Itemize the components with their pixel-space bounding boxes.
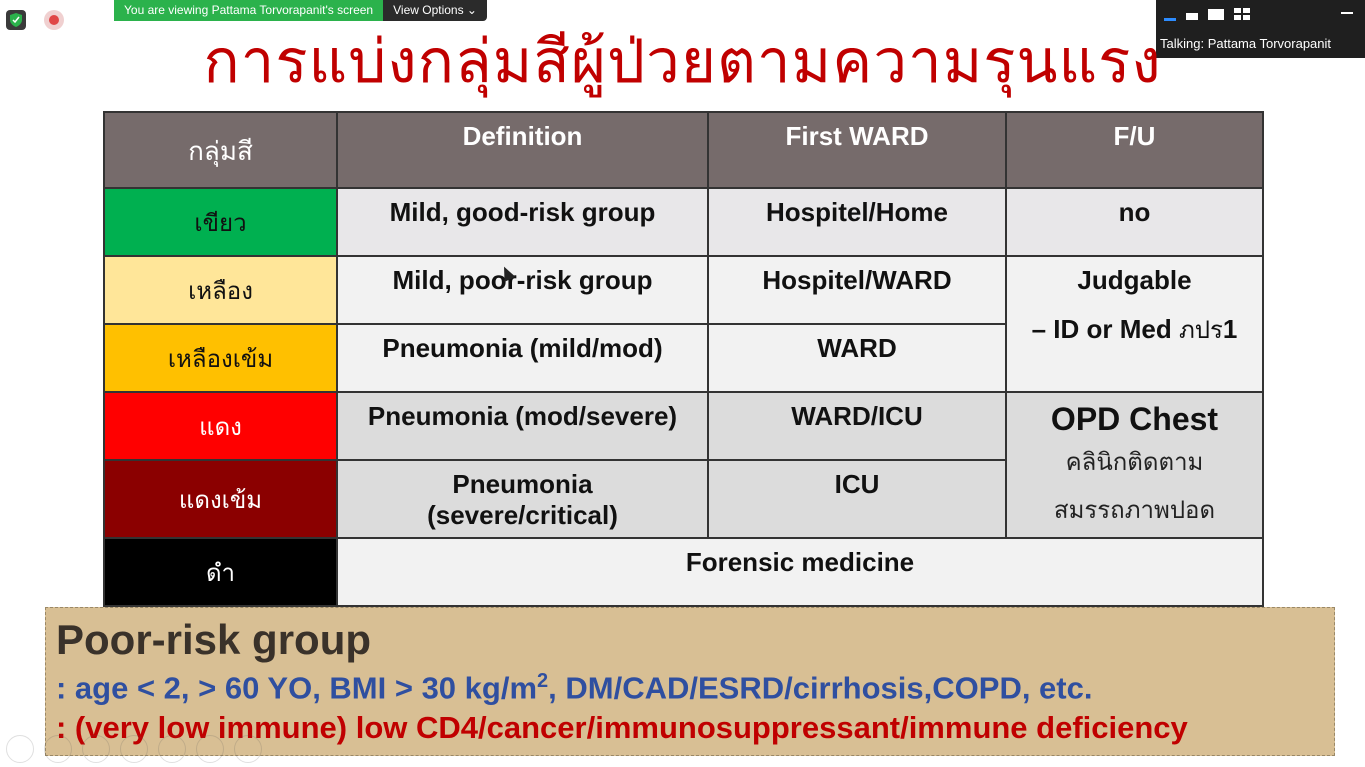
fu-opd-chest: OPD Chest	[1050, 401, 1219, 437]
screen-share-bar: You are viewing Pattama Torvorapanit's s…	[114, 0, 487, 21]
pen-icon[interactable]	[82, 735, 110, 763]
definition-line: (severe/critical)	[427, 500, 618, 530]
poor-risk-criteria: : age < 2, > 60 YO, BMI > 30 kg/m2, DM/C…	[56, 670, 1092, 706]
criteria-text-a: : age < 2, > 60 YO, BMI > 30 kg/m	[56, 670, 538, 706]
next-slide-icon[interactable]	[44, 735, 72, 763]
definition-cell: Pneumonia (mod/severe)	[336, 391, 709, 461]
forensic-cell: Forensic medicine	[336, 537, 1264, 607]
color-cell-dark-red: แดงเข้ม	[103, 459, 338, 539]
view-mode-switcher	[1164, 8, 1250, 21]
ward-cell: Hospitel/Home	[707, 187, 1007, 257]
ward-cell: ICU	[707, 459, 1007, 539]
header-first-ward: First WARD	[707, 111, 1007, 189]
color-cell-yellow: เหลือง	[103, 255, 338, 325]
gallery-view-icon[interactable]	[1234, 8, 1250, 20]
minimized-view-icon[interactable]	[1164, 18, 1176, 21]
fu-cell-green: no	[1005, 187, 1264, 257]
definition-cell: Mild, poor-risk group	[336, 255, 709, 325]
fu-cell-red: OPD Chest คลินิกติดตาม สมรรถภาพปอด	[1005, 391, 1264, 539]
fu-clinic-line: คลินิกติดตาม	[1065, 448, 1204, 476]
color-cell-red: แดง	[103, 391, 338, 461]
definition-cell: Pneumonia (severe/critical)	[336, 459, 709, 539]
viewing-label: You are viewing Pattama Torvorapanit's s…	[114, 0, 384, 21]
copy-icon[interactable]	[120, 735, 148, 763]
fu-hospital-thai: ภปร	[1178, 316, 1223, 344]
fu-id-med-text: – ID or Med	[1031, 314, 1179, 344]
fu-id-med: – ID or Med ภปร1	[1007, 310, 1262, 349]
fu-hospital-num: 1	[1222, 314, 1238, 344]
definition-line: Pneumonia	[452, 469, 593, 499]
fu-lung-line: สมรรถภาพปอด	[1053, 496, 1216, 524]
criteria-text-b: , DM/CAD/ESRD/cirrhosis,COPD, etc.	[548, 670, 1093, 706]
criteria-superscript: 2	[537, 670, 549, 692]
ward-cell: WARD	[707, 323, 1007, 393]
fu-judgable: Judgable	[1077, 265, 1192, 295]
color-cell-dark-yellow: เหลืองเข้ม	[103, 323, 338, 393]
header-definition: Definition	[336, 111, 709, 189]
ward-cell: Hospitel/WARD	[707, 255, 1007, 325]
zoom-icon[interactable]	[158, 735, 186, 763]
severity-table: กลุ่มสี Definition First WARD F/U เขียว …	[103, 111, 1264, 607]
table-row: แดง Pneumonia (mod/severe) WARD/ICU OPD …	[103, 391, 1264, 539]
definition-cell: Mild, good-risk group	[336, 187, 709, 257]
header-follow-up: F/U	[1005, 111, 1264, 189]
table-row: ดำ Forensic medicine	[103, 537, 1264, 607]
table-header-row: กลุ่มสี Definition First WARD F/U	[103, 111, 1264, 189]
table-row: เขียว Mild, good-risk group Hospitel/Hom…	[103, 187, 1264, 257]
ward-cell: WARD/ICU	[707, 391, 1007, 461]
color-cell-black: ดำ	[103, 537, 338, 607]
minimize-icon[interactable]	[1341, 12, 1353, 14]
poor-risk-title: Poor-risk group	[56, 616, 372, 663]
slide-controls	[6, 735, 262, 763]
color-cell-green: เขียว	[103, 187, 338, 257]
header-color-group: กลุ่มสี	[103, 111, 338, 189]
strip-view-icon[interactable]	[1186, 13, 1198, 20]
more-icon[interactable]	[234, 735, 262, 763]
definition-cell: Pneumonia (mild/mod)	[336, 323, 709, 393]
speaker-view-icon[interactable]	[1208, 9, 1224, 20]
table-row: เหลือง Mild, poor-risk group Hospitel/WA…	[103, 255, 1264, 393]
fu-cell-yellow: Judgable – ID or Med ภปร1	[1005, 255, 1264, 393]
poor-risk-box: Poor-risk group : age < 2, > 60 YO, BMI …	[45, 607, 1335, 756]
prev-slide-icon[interactable]	[6, 735, 34, 763]
view-options-button[interactable]: View Options ⌄	[383, 0, 487, 21]
slide-title: การแบ่งกลุ่มสีผู้ป่วยตามความรุนแรง	[203, 27, 1162, 97]
grid-icon[interactable]	[196, 735, 224, 763]
